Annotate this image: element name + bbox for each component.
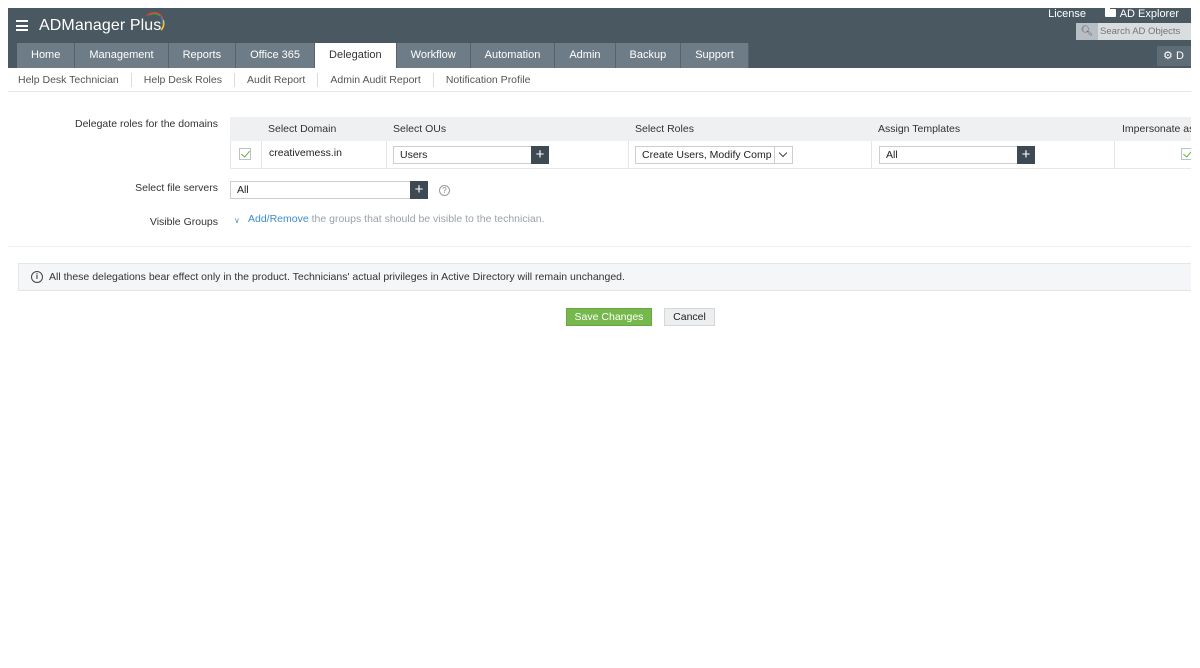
app-logo: ADManager Plus [39,17,162,34]
roles-value: Create Users, Modify Comp [642,149,772,161]
menu-icon[interactable] [16,20,28,31]
cell-divider [628,141,629,169]
main-nav: Home Management Reports Office 365 Deleg… [17,43,749,68]
cancel-button[interactable]: Cancel [664,308,715,326]
search-box: 🔍︎ [1076,23,1191,40]
subnav-audit-report[interactable]: Audit Report [235,72,319,87]
add-remove-groups-link[interactable]: Add/Remove [248,213,309,225]
settings-button[interactable]: ⚙ D [1157,46,1191,66]
visible-groups-description: the groups that should be visible to the… [308,213,545,225]
tab-admin[interactable]: Admin [555,43,616,68]
cell-divider [261,141,262,169]
add-file-server-button[interactable]: + [410,181,428,199]
tab-backup[interactable]: Backup [615,43,682,68]
tab-reports[interactable]: Reports [168,43,237,68]
ad-explorer-label: AD Explorer [1119,8,1179,20]
templates-field[interactable]: All [879,146,1019,164]
search-input[interactable] [1100,24,1190,39]
visible-groups-hint: Add/Remove the groups that should be vis… [248,213,545,225]
section-divider [8,246,1191,247]
subnav-notification-profile[interactable]: Notification Profile [434,73,543,87]
cell-divider [1114,141,1115,169]
info-icon: i [31,271,43,283]
save-changes-button[interactable]: Save Changes [566,308,652,326]
tab-support[interactable]: Support [681,43,749,68]
tab-home[interactable]: Home [17,43,76,68]
header-bar: ADManager Plus License AD Explorer 🔍︎ Ho… [8,8,1191,68]
tab-office365[interactable]: Office 365 [236,43,316,68]
delegate-roles-label: Delegate roles for the domains [75,118,218,130]
folder-icon [1104,8,1116,17]
add-template-button[interactable]: + [1017,146,1035,164]
info-note: i All these delegations bear effect only… [18,263,1191,291]
ous-field[interactable]: Users [393,146,533,164]
cell-divider [386,141,387,169]
col-select-roles: Select Roles [635,123,694,135]
domain-checkbox[interactable] [239,148,251,160]
double-chevron-down-icon[interactable]: ∨ [234,217,242,225]
app-root: ADManager Plus License AD Explorer 🔍︎ Ho… [0,0,1200,668]
domain-name: creativemess.in [269,147,342,159]
add-ou-button[interactable]: + [531,146,549,164]
chevron-down-icon[interactable] [774,147,792,163]
subnav-admin-audit-report[interactable]: Admin Audit Report [318,72,434,87]
logo-arc-icon [146,12,165,31]
sub-nav: Help Desk Technician Help Desk Roles Aud… [8,68,1191,92]
app-window: ADManager Plus License AD Explorer 🔍︎ Ho… [8,8,1191,660]
settings-label: D [1175,50,1184,62]
tab-delegation[interactable]: Delegation [315,43,397,68]
tab-workflow[interactable]: Workflow [396,43,471,68]
col-select-domain: Select Domain [268,123,337,135]
subnav-help-desk-technician[interactable]: Help Desk Technician [8,72,132,87]
col-select-ous: Select OUs [393,123,447,135]
tab-automation[interactable]: Automation [470,43,556,68]
file-servers-label: Select file servers [135,182,218,194]
table-row: creativemess.in Users + Create Users, Mo… [230,141,1191,169]
search-icon[interactable]: 🔍︎ [1076,23,1098,40]
top-links: License AD Explorer [991,8,1191,24]
subnav-help-desk-roles[interactable]: Help Desk Roles [132,72,235,87]
domain-table-header: Select Domain Select OUs Select Roles As… [230,117,1191,141]
impersonate-checkbox[interactable] [1181,148,1191,160]
gear-icon: ⚙ [1163,50,1173,62]
col-assign-templates: Assign Templates [878,123,961,135]
roles-select[interactable]: Create Users, Modify Comp [635,146,793,164]
visible-groups-label: Visible Groups [149,216,218,228]
tab-management[interactable]: Management [75,43,169,68]
info-note-text: All these delegations bear effect only i… [49,271,625,283]
license-link[interactable]: License [1048,8,1086,20]
ad-explorer-link[interactable]: AD Explorer [1104,8,1179,20]
file-servers-field[interactable]: All [230,181,412,199]
col-impersonate: Impersonate as [1122,123,1191,135]
cell-divider [871,141,872,169]
help-icon[interactable]: ? [439,185,450,196]
